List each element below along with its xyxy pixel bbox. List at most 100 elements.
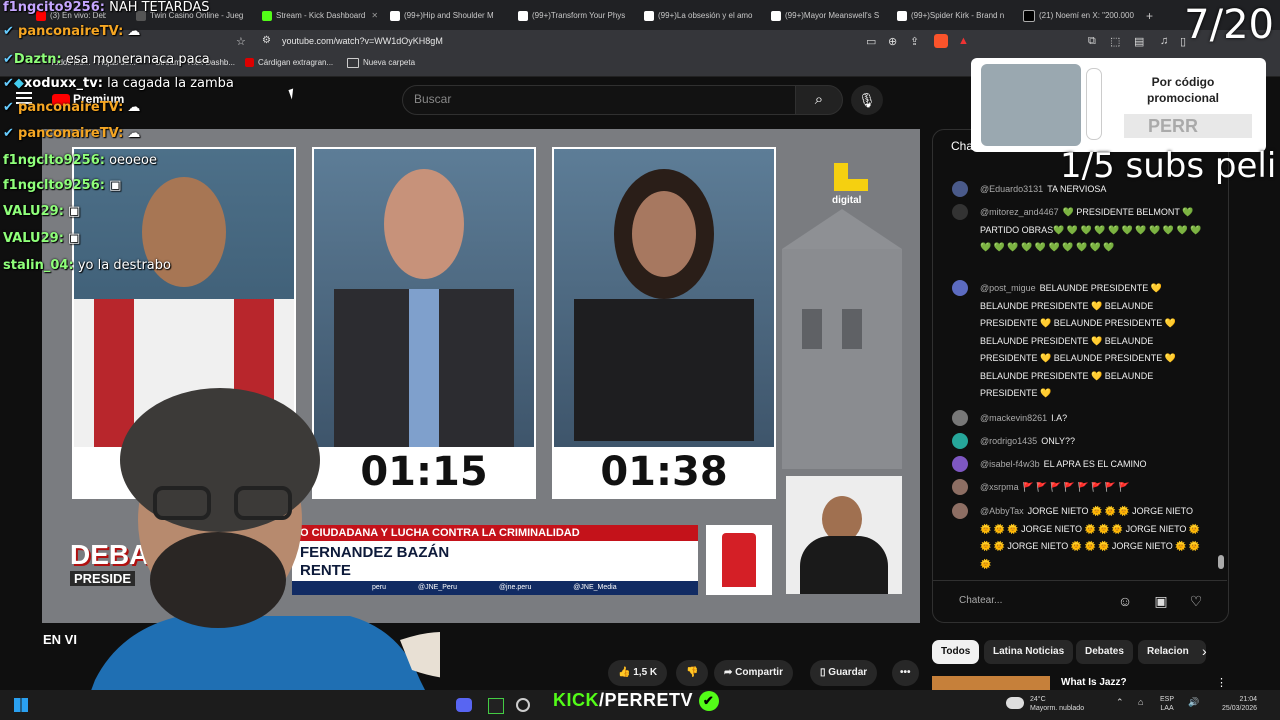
media-icon[interactable]: ♫ xyxy=(1160,35,1168,47)
next-video-title[interactable]: What Is Jazz? xyxy=(1061,677,1127,688)
video-menu-icon[interactable]: ⋮ xyxy=(1216,676,1227,689)
chat-divider xyxy=(932,580,1227,581)
chip-debates[interactable]: Debates xyxy=(1076,640,1133,664)
network-icon[interactable]: ⌂ xyxy=(1138,697,1143,707)
search-input[interactable] xyxy=(402,85,797,115)
sidebar-icon[interactable]: ▤ xyxy=(1134,35,1144,48)
jne-logo-mark xyxy=(834,179,868,191)
bookmark-icon: ▯ xyxy=(820,667,826,678)
avatar xyxy=(952,410,968,426)
chip-todos[interactable]: Todos xyxy=(932,640,980,664)
obs-icon[interactable] xyxy=(516,698,530,712)
heart-icon[interactable]: ♡ xyxy=(1185,590,1207,612)
windows-start-icon[interactable] xyxy=(14,698,28,712)
emote-icon: ☁ xyxy=(127,24,141,39)
overlay-chat-message: VALU29: ▣ xyxy=(3,204,81,219)
chat-scrollbar[interactable] xyxy=(1218,555,1224,569)
moderator-badge-icon: ✔ xyxy=(3,24,14,39)
chat-message: @xsrpma 🚩 🚩 🚩 🚩 🚩 🚩 🚩 🚩 xyxy=(952,479,1204,497)
system-clock[interactable]: 21:04 25/03/2026 xyxy=(1222,695,1257,713)
share-page-icon[interactable]: ⇪ xyxy=(910,35,919,48)
zoom-icon[interactable]: ⊕ xyxy=(888,35,897,48)
chat-message: @mackevin8261 I.A? xyxy=(952,410,1204,428)
terminal-icon[interactable] xyxy=(488,698,504,714)
share-button[interactable]: ➦ Compartir xyxy=(714,660,793,686)
tiktok-favicon-icon xyxy=(390,10,400,21)
rewards-icon[interactable]: ▲ xyxy=(958,35,969,47)
moderator-badge-icon: ✔ xyxy=(3,76,14,91)
tiktok-favicon-icon xyxy=(644,10,654,21)
chat-message: @rodrigo1435 ONLY?? xyxy=(952,433,1204,451)
tab-x-noemi[interactable]: (21) Noemí en X: "200.000 xyxy=(1023,6,1139,26)
live-label: EN VI xyxy=(43,632,77,647)
volume-icon[interactable]: 🔊 xyxy=(1188,697,1199,708)
thumbs-down-icon: 👎 xyxy=(686,667,699,678)
emote-icon: ▣ xyxy=(109,178,122,193)
chevron-up-icon[interactable]: ⌃ xyxy=(1116,697,1124,708)
party-logo xyxy=(706,525,772,595)
tiktok-favicon-icon xyxy=(771,10,781,21)
social-handle: @jne.peru xyxy=(498,584,532,591)
tab-mayor-meanswell[interactable]: (99+)Mayor Meanswell's S xyxy=(771,6,887,26)
next-video-thumbnail[interactable] xyxy=(932,676,1050,690)
emote-icon: ☁ xyxy=(127,100,141,115)
interpreter-body xyxy=(800,536,888,594)
emote-icon: ☁ xyxy=(127,126,141,141)
money-icon[interactable]: ▣ xyxy=(1150,590,1172,612)
emote-icon: ▣ xyxy=(68,231,81,246)
avatar xyxy=(952,204,968,220)
cast-icon[interactable]: ▭ xyxy=(866,35,876,48)
voice-search-button[interactable]: 🎙 xyxy=(851,85,883,115)
bookmark-item[interactable]: Cárdigan extragran... xyxy=(245,58,333,68)
smiley-icon[interactable]: ☺ xyxy=(1114,590,1136,612)
party-emblem xyxy=(722,533,756,587)
like-button[interactable]: 👍 1,5 K xyxy=(608,660,668,686)
avatar xyxy=(952,433,968,449)
subscriber-badge-icon: ◆ xyxy=(13,76,24,91)
search-button[interactable]: ⌕ xyxy=(795,85,843,115)
promo-code: PERR xyxy=(1124,114,1252,138)
tab-obsesion[interactable]: (99+)La obsesión y el amo xyxy=(644,6,760,26)
tiktok-favicon-icon xyxy=(897,10,907,21)
overlay-chat-message: VALU29: ▣ xyxy=(3,231,81,246)
search-placeholder: Buscar xyxy=(414,92,452,106)
chat-input[interactable]: Chatear... xyxy=(948,588,1129,614)
puzzle-icon[interactable]: ⬚ xyxy=(1110,35,1120,48)
jne-brand-text: digital xyxy=(832,195,862,206)
dislike-button[interactable]: 👎 xyxy=(676,660,709,686)
tab-transform[interactable]: (99+)Transform Your Phys xyxy=(518,6,634,26)
jne-digital-logo: digital xyxy=(832,163,872,213)
folder-icon xyxy=(347,58,359,68)
chip-latina-noticias[interactable]: Latina Noticias xyxy=(984,640,1074,664)
chip-relacionados[interactable]: Relacion xyxy=(1138,640,1206,664)
verified-badge-icon: ✔ xyxy=(698,691,719,712)
language-indicator[interactable]: ESP LAA xyxy=(1160,695,1174,713)
search-icon: ⌕ xyxy=(814,91,824,108)
bookmark-star-icon[interactable]: ☆ xyxy=(236,35,250,49)
mic-icon: 🎙 xyxy=(858,92,876,108)
subs-goal-text: 1/5 subs peli xyxy=(1060,146,1277,186)
site-info-icon[interactable]: ⚙ xyxy=(262,35,274,49)
promo-phone-icon xyxy=(1086,68,1102,140)
overlay-chat-message: stalin_04: yo la destrabo xyxy=(3,258,171,273)
more-actions-button[interactable]: ••• xyxy=(892,660,919,686)
overlay-chat-message: ✔ panconaireTV: ☁ xyxy=(3,24,141,39)
extensions-icon[interactable]: ⧉ xyxy=(1088,35,1096,48)
tab-spider-kirk[interactable]: (99+)Spider Kirk - Brand n xyxy=(897,6,1013,26)
tab-kick-dashboard[interactable]: Stream - Kick Dashboard ✕ xyxy=(262,6,380,26)
streamer-webcam xyxy=(80,388,440,720)
brave-shield-icon[interactable] xyxy=(934,34,948,48)
overlay-chat-message: ✔◆xoduxx_tv: la cagada la zamba xyxy=(3,76,234,91)
save-button[interactable]: ▯ Guardar xyxy=(810,660,878,686)
goal-counter: 7/20 xyxy=(1184,2,1274,48)
discord-icon[interactable] xyxy=(456,698,472,712)
url-field[interactable]: youtube.com/watch?v=WW1dOyKH8gM xyxy=(282,36,443,46)
x-favicon-icon xyxy=(1023,9,1035,22)
new-tab-button[interactable]: + xyxy=(1146,6,1160,26)
tab-hip-shoulder[interactable]: (99+)Hip and Shoulder M xyxy=(390,6,506,26)
weather-widget[interactable]: 24°C Mayorm. nublado xyxy=(1030,695,1084,713)
chevron-right-icon[interactable]: › xyxy=(1202,643,1207,659)
thumbs-up-icon: 👍 xyxy=(618,667,631,678)
close-tab-icon[interactable]: ✕ xyxy=(371,11,378,20)
bookmark-folder[interactable]: Nueva carpeta xyxy=(347,58,415,68)
